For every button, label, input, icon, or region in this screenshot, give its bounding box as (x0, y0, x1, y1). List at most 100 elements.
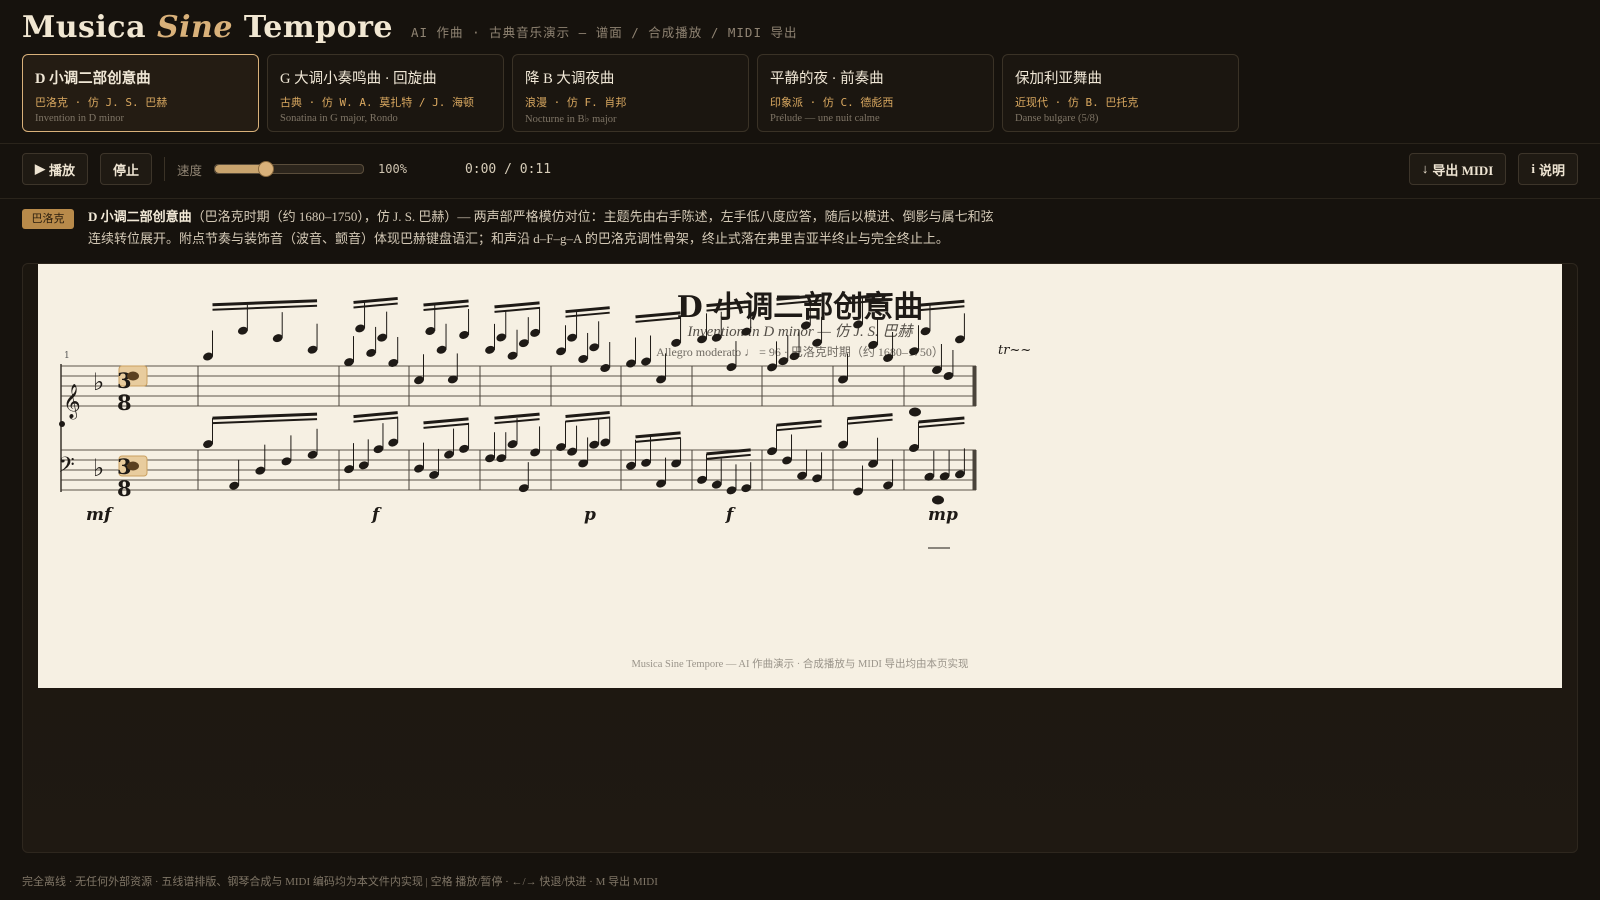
tab-title: D 小调二部创意曲 (35, 71, 151, 87)
piece-tabs: D 小调二部创意曲 巴洛克 · 仿 J. S. 巴赫 Invention in … (22, 54, 1239, 132)
beam (918, 299, 965, 307)
tab-sonatina-g-major[interactable]: G 大调小奏鸣曲 · 回旋曲 古典 · 仿 W. A. 莫扎特 / J. 海顿 … (267, 54, 504, 132)
measure-number: 1 (64, 351, 70, 361)
beam (635, 316, 681, 323)
help-button[interactable]: i 说明 (1518, 153, 1578, 185)
tab-english-title: Invention in D minor (35, 113, 124, 124)
tab-english-title: Danse bulgare (5/8) (1015, 113, 1099, 124)
tab-title: G 大调小奏鸣曲 · 回旋曲 (280, 71, 437, 87)
speed-slider-handle[interactable] (258, 161, 275, 177)
tab-english-title: Sonatina in G major, Rondo (280, 113, 398, 124)
beam (353, 411, 398, 419)
stop-label: 停止 (113, 162, 140, 178)
tab-prelude[interactable]: 平静的夜 · 前奏曲 印象派 · 仿 C. 德彪西 Prélude — une … (757, 54, 994, 132)
beam (706, 300, 751, 308)
tab-period: 古典 · 仿 W. A. 莫扎特 / J. 海顿 (280, 96, 474, 109)
beam (423, 417, 469, 425)
beam (776, 299, 822, 306)
beam (706, 305, 751, 312)
current-note (127, 461, 139, 471)
tab-title: 平静的夜 · 前奏曲 (770, 71, 884, 87)
playback-time: 0:00 / 0:11 (464, 161, 552, 177)
beam (918, 422, 965, 429)
piece-title: D 小调二部创意曲 (88, 209, 192, 224)
transport-bar: ▶ 播放 停止 速度 100% 0:00 / 0:11 ↓ 导出 MIDI i … (22, 152, 1578, 186)
play-button[interactable]: ▶ 播放 (22, 153, 89, 185)
beam (212, 299, 318, 307)
trill-marking: tr~~ (998, 343, 1031, 358)
beam (776, 293, 822, 301)
beam (565, 306, 610, 314)
help-label: 说明 (1538, 162, 1565, 178)
score-footnote: Musica Sine Tempore — AI 作曲演示 · 合成播放与 MI… (631, 659, 969, 670)
score-sheet: D 小调二部创意曲 Invention in D minor — 仿 J. S.… (38, 264, 1562, 688)
beam (565, 416, 610, 423)
beam (918, 305, 965, 312)
dynamic-marking: p (584, 505, 596, 525)
beam (847, 298, 893, 305)
dynamic-marking: f (371, 505, 382, 525)
beam (847, 413, 893, 421)
piece-info: 巴洛克 D 小调二部创意曲（巴洛克时期（约 1680–1750），仿 J. S.… (22, 206, 1002, 250)
dynamics: mf f p f mp (86, 505, 958, 525)
note-head (932, 495, 944, 505)
piece-description-text: （巴洛克时期（约 1680–1750），仿 J. S. 巴赫）— 两声部严格模仿… (88, 209, 994, 246)
piece-description: D 小调二部创意曲（巴洛克时期（约 1680–1750），仿 J. S. 巴赫）… (88, 206, 1002, 250)
tab-nocturne-b-flat[interactable]: 降 B 大调夜曲 浪漫 · 仿 F. 肖邦 Nocturne in B♭ maj… (512, 54, 749, 132)
treble-clef: 𝄞 (63, 384, 81, 420)
footer-hint: 完全离线 · 无任何外部资源 · 五线谱排版、钢琴合成与 MIDI 编码均为本文… (22, 876, 658, 888)
tab-english-title: Prélude — une nuit calme (770, 113, 880, 124)
notes (127, 292, 965, 549)
beam (776, 425, 822, 432)
tab-title: 保加利亚舞曲 (1015, 71, 1102, 87)
speed-slider[interactable] (214, 161, 365, 177)
key-signature-flat: ♭ (93, 454, 104, 482)
beam (423, 305, 469, 312)
app-header: Musica Sine Tempore AI 作曲 · 古典音乐演示 — 谱面 … (22, 10, 798, 50)
app-subtitle: AI 作曲 · 古典音乐演示 — 谱面 / 合成播放 / MIDI 导出 (410, 25, 798, 40)
beam (353, 302, 398, 309)
beam (494, 301, 540, 309)
tab-period: 浪漫 · 仿 F. 肖邦 (525, 96, 627, 109)
beam (918, 416, 965, 424)
beam (635, 436, 681, 443)
tab-title: 降 B 大调夜曲 (525, 71, 615, 87)
beam (212, 304, 318, 311)
beam (776, 419, 822, 427)
play-label: 播放 (49, 162, 76, 178)
divider (0, 198, 1600, 199)
stop-button[interactable]: 停止 (100, 153, 153, 185)
divider (0, 143, 1600, 144)
beam (353, 296, 398, 304)
dynamic-marking: mp (928, 505, 958, 525)
beam (423, 422, 469, 429)
dynamic-marking: mf (86, 505, 114, 525)
tab-period: 近现代 · 仿 B. 巴托克 (1015, 96, 1139, 109)
tab-invention-d-minor[interactable]: D 小调二部创意曲 巴洛克 · 仿 J. S. 巴赫 Invention in … (22, 54, 259, 132)
brace-end (59, 421, 65, 427)
tab-danse-bulgare[interactable]: 保加利亚舞曲 近现代 · 仿 B. 巴托克 Danse bulgare (5/8… (1002, 54, 1239, 132)
dynamic-marking: f (725, 505, 736, 525)
tab-english-title: Nocturne in B♭ major (525, 114, 617, 125)
period-badge: 巴洛克 (22, 209, 74, 229)
beam (565, 311, 610, 318)
beam (423, 299, 469, 307)
play-icon: ▶ (35, 161, 45, 176)
staff-notation: 1 𝄞 𝄢 ♭ ♭ 3 8 3 8 tr~~ mf f p f mp (58, 292, 1031, 549)
app-brand: Musica Sine Tempore (22, 10, 393, 45)
note-head (909, 407, 921, 417)
beam (494, 306, 540, 313)
beam (706, 453, 751, 460)
barlines (197, 366, 977, 490)
speed-label: 速度 (177, 163, 203, 178)
beam (212, 412, 318, 420)
export-midi-label: 导出 MIDI (1432, 162, 1494, 178)
tab-period: 印象派 · 仿 C. 德彪西 (770, 96, 894, 109)
speed-value: 100% (378, 162, 407, 176)
beam (635, 431, 681, 439)
export-midi-button[interactable]: ↓ 导出 MIDI (1408, 153, 1507, 185)
beam (353, 416, 398, 423)
tab-period: 巴洛克 · 仿 J. S. 巴赫 (35, 96, 168, 109)
toolbar-separator (164, 157, 166, 181)
beam (635, 311, 681, 319)
